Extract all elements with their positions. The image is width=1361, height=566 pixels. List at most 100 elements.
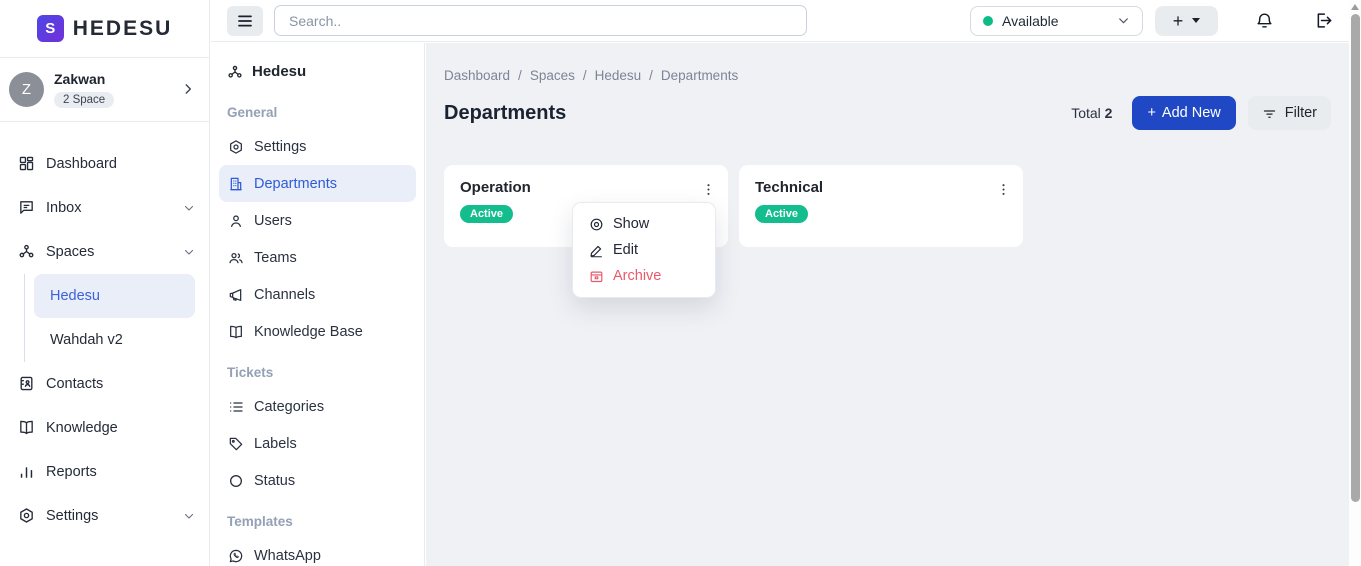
sidebar-item-label: Knowledge [46, 420, 118, 436]
menu-item-archive[interactable]: Archive [573, 263, 715, 289]
main-sidebar: S HEDESU Z Zakwan 2 Space Dashboard Inbo… [0, 0, 210, 566]
space-nav-label: Status [254, 473, 295, 489]
plus-icon: + [1147, 105, 1155, 121]
space-nav-label: Knowledge Base [254, 324, 363, 340]
filter-label: Filter [1285, 105, 1317, 121]
availability-select[interactable]: Available [970, 6, 1143, 36]
department-name: Operation [460, 179, 712, 196]
users-group-icon [228, 250, 244, 266]
avatar: Z [9, 72, 44, 107]
caret-down-icon [1192, 18, 1200, 23]
pencil-icon [589, 243, 604, 258]
sidebar-item-settings[interactable]: Settings [18, 494, 195, 538]
logout-button[interactable] [1314, 11, 1333, 30]
whatsapp-icon [228, 548, 244, 564]
brand-name: HEDESU [73, 17, 173, 41]
user-panel[interactable]: Z Zakwan 2 Space [0, 58, 209, 122]
kebab-menu-icon[interactable] [992, 178, 1015, 201]
sidebar-item-label: Reports [46, 464, 97, 480]
total-count: Total 2 [1071, 105, 1112, 121]
sidebar-item-spaces[interactable]: Spaces [18, 230, 195, 274]
topbar: Available + [211, 0, 1349, 42]
sidebar-item-label: Settings [46, 508, 98, 524]
chevron-down-icon [183, 246, 195, 258]
page-header-actions: Total 2 + Add New Filter [1071, 96, 1331, 130]
section-label-tickets: Tickets [219, 350, 416, 388]
sidebar-subitem-wahdah-v2[interactable]: Wahdah v2 [34, 318, 195, 362]
space-nav-item-teams[interactable]: Teams [219, 239, 416, 276]
sidebar-item-label: Spaces [46, 244, 94, 260]
status-dot-icon [983, 16, 993, 26]
space-nav-item-categories[interactable]: Categories [219, 388, 416, 425]
page-title: Departments [444, 102, 566, 125]
gear-icon [18, 507, 35, 524]
sidebar-item-knowledge[interactable]: Knowledge [18, 406, 195, 450]
sidebar-item-label: Contacts [46, 376, 103, 392]
scrollbar-thumb[interactable] [1351, 14, 1360, 502]
open-book-icon [18, 419, 35, 436]
sidebar-item-contacts[interactable]: Contacts [18, 362, 195, 406]
space-nav-label: Categories [254, 399, 324, 415]
availability-value: Available [1002, 13, 1059, 29]
breadcrumb-spaces[interactable]: Spaces [530, 68, 575, 83]
megaphone-icon [228, 287, 244, 303]
space-title-label: Hedesu [252, 63, 306, 80]
add-quick-button[interactable]: + [1155, 6, 1218, 36]
menu-item-show[interactable]: Show [573, 211, 715, 237]
circle-icon [228, 473, 244, 489]
menu-item-edit[interactable]: Edit [573, 237, 715, 263]
chevron-right-icon [181, 82, 195, 96]
space-nav-label: Teams [254, 250, 297, 266]
dashboard-grid-icon [18, 155, 35, 172]
sidebar-item-dashboard[interactable]: Dashboard [18, 142, 195, 186]
breadcrumb-separator: / [518, 68, 522, 83]
sidebar-item-label: Inbox [46, 200, 81, 216]
space-nav-label: WhatsApp [254, 548, 321, 564]
filter-button[interactable]: Filter [1248, 96, 1331, 130]
department-card-technical[interactable]: Technical Active [739, 165, 1023, 247]
page-header: Departments Total 2 + Add New Filter [444, 96, 1331, 130]
add-new-button[interactable]: + Add New [1132, 96, 1235, 130]
plus-icon: + [1173, 12, 1184, 30]
space-nav-item-status[interactable]: Status [219, 462, 416, 499]
space-count-badge: 2 Space [54, 92, 114, 108]
brand-header: S HEDESU [0, 0, 209, 58]
chevron-down-icon [183, 510, 195, 522]
notifications-button[interactable] [1255, 11, 1274, 30]
hamburger-menu-button[interactable] [227, 6, 263, 36]
filter-icon [1262, 106, 1277, 121]
space-nav-item-knowledge-base[interactable]: Knowledge Base [219, 313, 416, 350]
space-nav-item-whatsapp[interactable]: WhatsApp [219, 537, 416, 566]
kebab-menu-icon[interactable] [697, 178, 720, 201]
section-label-general: General [219, 90, 416, 128]
people-network-icon [18, 243, 35, 260]
space-nav-item-settings[interactable]: Settings [219, 128, 416, 165]
scroll-up-arrow-icon[interactable] [1351, 4, 1359, 10]
vertical-scrollbar[interactable] [1349, 0, 1361, 566]
breadcrumb-hedesu[interactable]: Hedesu [595, 68, 642, 83]
total-value: 2 [1105, 105, 1113, 121]
open-book-icon [228, 324, 244, 340]
spaces-sub-list: Hedesu Wahdah v2 [24, 274, 195, 362]
user-icon [228, 213, 244, 229]
tag-icon [228, 436, 244, 452]
space-nav-label: Users [254, 213, 292, 229]
breadcrumb-dashboard[interactable]: Dashboard [444, 68, 510, 83]
space-nav-item-labels[interactable]: Labels [219, 425, 416, 462]
contact-book-icon [18, 375, 35, 392]
space-nav-item-departments[interactable]: Departments [219, 165, 416, 202]
sidebar-subitem-hedesu[interactable]: Hedesu [34, 274, 195, 318]
eye-icon [589, 217, 604, 232]
space-title[interactable]: Hedesu [219, 57, 416, 90]
space-nav-item-channels[interactable]: Channels [219, 276, 416, 313]
status-badge: Active [460, 205, 513, 223]
sidebar-item-inbox[interactable]: Inbox [18, 186, 195, 230]
menu-item-label: Edit [613, 242, 638, 258]
total-label: Total [1071, 105, 1101, 121]
status-badge: Active [755, 205, 808, 223]
space-nav-item-users[interactable]: Users [219, 202, 416, 239]
main-nav: Dashboard Inbox Spaces Hedesu Wahdah v2 … [0, 122, 209, 538]
sidebar-item-reports[interactable]: Reports [18, 450, 195, 494]
search-input[interactable] [274, 5, 807, 36]
breadcrumb-departments: Departments [661, 68, 738, 83]
